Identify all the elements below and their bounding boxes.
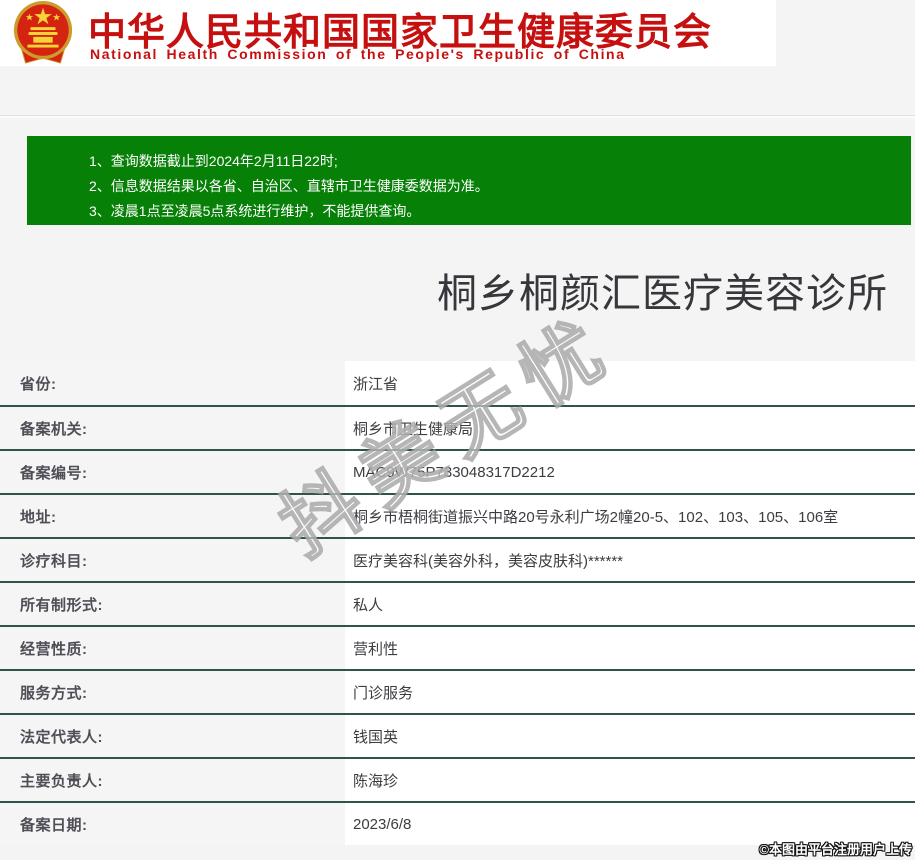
- field-value: 浙江省: [345, 361, 915, 405]
- notice-line: 2、信息数据结果以各省、自治区、直辖市卫生健康委数据为准。: [89, 178, 489, 194]
- field-value: 桐乡市卫生健康局: [345, 407, 915, 449]
- field-label: 所有制形式:: [0, 583, 345, 625]
- field-value: 医疗美容科(美容外科，美容皮肤科)******: [345, 539, 915, 581]
- institution-name-title: 桐乡桐颜汇医疗美容诊所: [437, 272, 888, 316]
- china-national-emblem-icon: [8, 1, 78, 65]
- table-row: 地址: 桐乡市梧桐街道振兴中路20号永利广场2幢20-5、102、103、105、…: [0, 493, 915, 537]
- field-value: 钱国英: [345, 715, 915, 757]
- site-header: 中华人民共和国国家卫生健康委员会 National Health Commiss…: [0, 0, 776, 66]
- field-label: 备案日期:: [0, 803, 345, 845]
- table-row: 经营性质: 营利性: [0, 625, 915, 669]
- field-label: 省份:: [0, 361, 345, 405]
- field-label: 地址:: [0, 495, 345, 537]
- table-row: 主要负责人: 陈海珍: [0, 757, 915, 801]
- field-value: 桐乡市梧桐街道振兴中路20号永利广场2幢20-5、102、103、105、106…: [345, 495, 915, 537]
- field-value: 门诊服务: [345, 671, 915, 713]
- header-title-en: National Health Commission of the People…: [90, 46, 626, 62]
- field-label: 备案编号:: [0, 451, 345, 493]
- notice-box: 1、查询数据截止到2024年2月11日22时; 2、信息数据结果以各省、自治区、…: [27, 136, 911, 225]
- table-row: 所有制形式: 私人: [0, 581, 915, 625]
- notice-line: 3、凌晨1点至凌晨5点系统进行维护，不能提供查询。: [89, 203, 421, 219]
- field-label: 法定代表人:: [0, 715, 345, 757]
- field-label: 备案机关:: [0, 407, 345, 449]
- table-row: 备案机关: 桐乡市卫生健康局: [0, 405, 915, 449]
- table-row: 省份: 浙江省: [0, 361, 915, 405]
- field-label: 经营性质:: [0, 627, 345, 669]
- field-value: 陈海珍: [345, 759, 915, 801]
- table-row: 诊疗科目: 医疗美容科(美容外科，美容皮肤科)******: [0, 537, 915, 581]
- notice-line: 1、查询数据截止到2024年2月11日22时;: [89, 153, 338, 169]
- field-value: MAC9W75P733048317D2212: [345, 451, 915, 493]
- record-table: 省份: 浙江省 备案机关: 桐乡市卫生健康局 备案编号: MAC9W75P73304831…: [0, 361, 915, 845]
- field-value: 营利性: [345, 627, 915, 669]
- field-label: 服务方式:: [0, 671, 345, 713]
- uploaded-by-user-badge: ©本图由平台注册用户上传: [759, 842, 912, 857]
- field-label: 主要负责人:: [0, 759, 345, 801]
- field-label: 诊疗科目:: [0, 539, 345, 581]
- table-row: 法定代表人: 钱国英: [0, 713, 915, 757]
- table-row: 服务方式: 门诊服务: [0, 669, 915, 713]
- field-value: 私人: [345, 583, 915, 625]
- header-divider-highlight: [0, 116, 915, 118]
- table-row: 备案编号: MAC9W75P733048317D2212: [0, 449, 915, 493]
